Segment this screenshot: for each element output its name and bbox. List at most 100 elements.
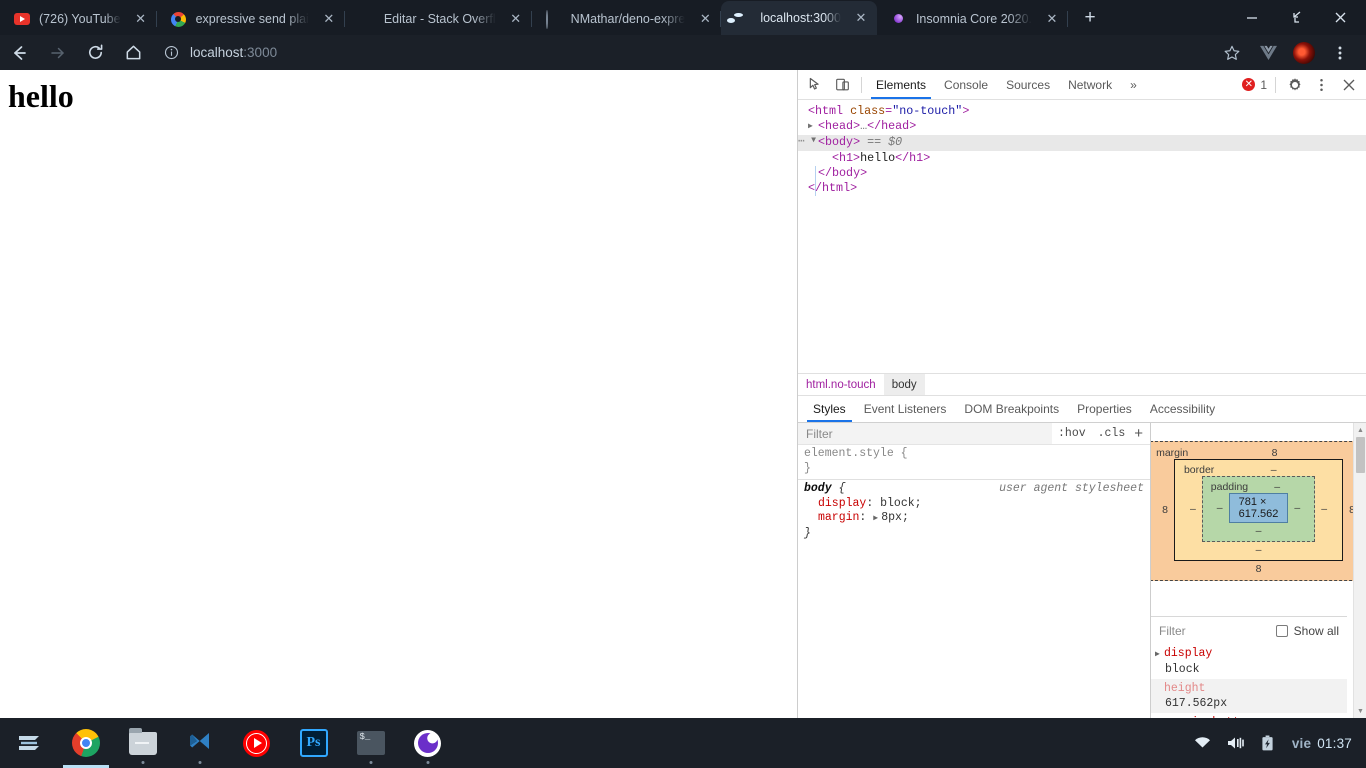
border-bottom-value[interactable]: –	[1256, 544, 1262, 556]
expand-arrow-icon[interactable]: ▶	[808, 119, 818, 134]
browser-tab-stack-overflow[interactable]: Editar - Stack Overfl ✕	[345, 2, 532, 35]
declaration-property[interactable]: display	[804, 497, 866, 512]
vue-devtools-icon[interactable]	[1250, 35, 1286, 70]
dom-tree[interactable]: <html class="no-touch"> ▶ <head>…</head> …	[798, 100, 1366, 372]
box-model-padding[interactable]: padding – – 781 × 617.562 – –	[1201, 476, 1316, 542]
tab-properties[interactable]: Properties	[1068, 396, 1141, 422]
dom-node-html-close[interactable]: </html>	[798, 181, 1366, 196]
padding-right-value[interactable]: –	[1288, 502, 1306, 514]
dom-node-head[interactable]: ▶ <head>…</head>	[798, 119, 1366, 135]
tab-console[interactable]: Console	[935, 70, 997, 99]
collapse-arrow-icon[interactable]: ▶	[806, 138, 821, 148]
border-left-value[interactable]: –	[1184, 503, 1202, 515]
tab-network[interactable]: Network	[1059, 70, 1121, 99]
margin-top-value[interactable]: 8	[1272, 447, 1278, 459]
taskbar-item-insomnia[interactable]	[399, 718, 456, 768]
back-icon[interactable]	[0, 35, 38, 70]
tab-close-icon[interactable]: ✕	[851, 8, 871, 28]
wifi-icon[interactable]	[1186, 736, 1219, 750]
avatar[interactable]	[1286, 35, 1322, 70]
declaration-property[interactable]: margin	[804, 511, 859, 526]
box-model-border[interactable]: border – – padding – – 781 × 617.562 – –…	[1173, 459, 1344, 561]
dom-node-body-close[interactable]: </body>	[798, 166, 1366, 181]
expand-arrow-icon[interactable]: ▶	[1155, 647, 1164, 662]
tab-close-icon[interactable]: ✕	[319, 9, 339, 29]
border-right-value[interactable]: –	[1315, 503, 1333, 515]
taskbar-item-zorin-menu[interactable]	[0, 718, 57, 768]
forward-icon[interactable]	[38, 35, 76, 70]
battery-charging-icon[interactable]	[1253, 735, 1282, 751]
volume-icon[interactable]	[1219, 736, 1253, 750]
gear-icon[interactable]	[1281, 72, 1308, 98]
rule-selector[interactable]: body	[804, 482, 832, 495]
computed-property-display[interactable]: ▶ display block	[1151, 644, 1347, 679]
cls-toggle-button[interactable]: .cls	[1092, 427, 1132, 440]
checkbox-icon[interactable]	[1275, 624, 1288, 637]
rule-selector[interactable]: element.style	[804, 447, 894, 460]
browser-tab-youtube[interactable]: (726) YouTube ✕	[0, 2, 157, 35]
taskbar-item-google-chrome[interactable]	[57, 718, 114, 768]
scroll-up-arrow-icon[interactable]: ▲	[1354, 423, 1366, 437]
padding-top-value[interactable]: –	[1274, 481, 1280, 493]
more-tabs-icon[interactable]: »	[1121, 70, 1146, 99]
browser-tab-expressive-send[interactable]: expressive send plai ✕	[157, 2, 345, 35]
box-model-content-size[interactable]: 781 × 617.562	[1228, 493, 1289, 523]
border-top-value[interactable]: –	[1271, 464, 1277, 476]
address-bar[interactable]: localhost:3000	[160, 39, 1214, 67]
padding-left-value[interactable]: –	[1211, 502, 1229, 514]
taskbar-item-photoshop[interactable]: Ps	[285, 718, 342, 768]
tab-dom-breakpoints[interactable]: DOM Breakpoints	[955, 396, 1068, 422]
tab-close-icon[interactable]: ✕	[1042, 9, 1062, 29]
dom-node-body[interactable]: ⋯ ▶<body> == $0	[798, 135, 1366, 151]
close-icon[interactable]	[1335, 72, 1362, 98]
margin-left-value[interactable]: 8	[1156, 504, 1174, 516]
css-declaration-margin[interactable]: margin: ▶ 8px;	[804, 511, 1144, 527]
box-model-margin[interactable]: margin 8 8 border – – padding – – 781 × …	[1151, 441, 1366, 581]
declaration-value[interactable]: 8px;	[881, 511, 909, 524]
declaration-value[interactable]: block;	[880, 497, 921, 510]
dom-node-html[interactable]: <html class="no-touch">	[798, 104, 1366, 119]
taskbar-item-terminal[interactable]	[342, 718, 399, 768]
scrollbar-thumb[interactable]	[1356, 437, 1365, 473]
styles-filter-input[interactable]: Filter	[798, 423, 1053, 444]
computed-scrollbar[interactable]: ▲ ▼	[1353, 423, 1366, 718]
tab-sources[interactable]: Sources	[997, 70, 1059, 99]
computed-filter-input[interactable]: Filter	[1159, 624, 1276, 638]
browser-tab-localhost-3000[interactable]: localhost:3000 ✕	[721, 1, 877, 35]
browser-tab-insomnia[interactable]: Insomnia Core 2020. ✕	[877, 2, 1068, 35]
box-model-diagram[interactable]: margin 8 8 border – – padding – – 781 × …	[1151, 423, 1366, 591]
tab-close-icon[interactable]: ✕	[131, 9, 151, 29]
close-window-icon[interactable]	[1318, 1, 1362, 34]
show-all-toggle[interactable]: Show all	[1275, 624, 1339, 638]
browser-tab-github[interactable]: NMathar/deno-expre ✕	[532, 2, 722, 35]
breadcrumb-item-body[interactable]: body	[883, 374, 925, 395]
tab-accessibility[interactable]: Accessibility	[1141, 396, 1224, 422]
inspect-element-icon[interactable]	[802, 72, 829, 98]
error-count-badge[interactable]: ✕ 1	[1242, 78, 1267, 92]
scroll-down-arrow-icon[interactable]: ▼	[1354, 704, 1366, 718]
tab-event-listeners[interactable]: Event Listeners	[855, 396, 956, 422]
margin-bottom-value[interactable]: 8	[1256, 563, 1262, 575]
css-declaration-display[interactable]: display: block;	[804, 497, 1144, 512]
taskbar-item-youtube-music[interactable]	[228, 718, 285, 768]
reload-icon[interactable]	[76, 35, 114, 70]
taskbar-item-vscode[interactable]	[171, 718, 228, 768]
bookmark-star-icon[interactable]	[1214, 35, 1250, 70]
site-info-icon[interactable]	[160, 42, 182, 64]
tab-styles[interactable]: Styles	[804, 396, 855, 422]
dom-node-h1[interactable]: <h1>hello</h1>	[798, 151, 1366, 196]
breadcrumb-item-html[interactable]: html .no-touch	[798, 374, 884, 395]
home-icon[interactable]	[114, 35, 152, 70]
tab-close-icon[interactable]: ✕	[506, 9, 526, 29]
css-rule-element-style[interactable]: element.style { }	[798, 445, 1150, 479]
computed-property-height[interactable]: height 617.562px	[1151, 679, 1347, 713]
device-toolbar-icon[interactable]	[829, 72, 856, 98]
new-tab-button[interactable]: +	[1076, 4, 1104, 32]
tab-elements[interactable]: Elements	[867, 70, 935, 99]
css-rule-body[interactable]: user agent stylesheet body { display: bl…	[798, 479, 1150, 544]
minimize-icon[interactable]	[1230, 1, 1274, 34]
hov-toggle-button[interactable]: :hov	[1052, 427, 1092, 440]
taskbar-item-files[interactable]	[114, 718, 171, 768]
node-actions-icon[interactable]: ⋯	[798, 135, 806, 150]
new-style-rule-button[interactable]: +	[1131, 425, 1150, 442]
